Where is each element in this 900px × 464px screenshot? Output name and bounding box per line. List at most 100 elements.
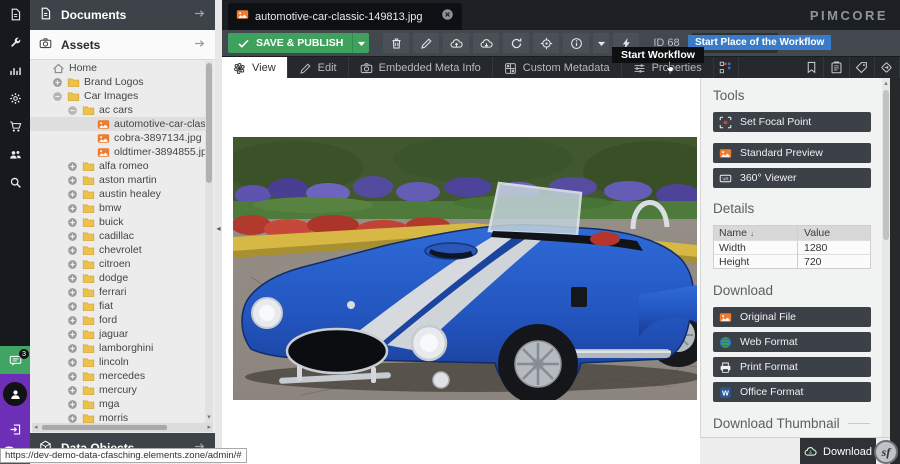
tab-custom-metadata[interactable]: Custom Metadata <box>493 57 622 79</box>
home-icon <box>52 62 65 75</box>
tab-bookmark[interactable] <box>799 57 824 78</box>
details-row-height: Height720 <box>714 254 870 268</box>
tree-item-car-images[interactable]: Car Images <box>30 89 205 103</box>
expand-arrow-icon[interactable] <box>193 37 206 53</box>
ecommerce-cart-icon[interactable] <box>0 112 30 140</box>
search-icon[interactable] <box>0 168 30 196</box>
tree-item-mercury[interactable]: mercury <box>30 383 205 397</box>
tree-item-lincoln[interactable]: lincoln <box>30 355 205 369</box>
tab-hidden-under-tooltip <box>739 57 799 78</box>
web-format-button[interactable]: Web Format <box>713 332 871 352</box>
tree-item-morris[interactable]: morris <box>30 411 205 423</box>
window-edge <box>890 78 900 464</box>
download-button[interactable]: Download <box>800 438 876 464</box>
tab-label: Custom Metadata <box>523 62 610 74</box>
folder-icon <box>67 90 80 103</box>
tree-horizontal-scrollbar[interactable]: ◂ ▸ <box>32 423 213 432</box>
print-format-button[interactable]: Print Format <box>713 357 871 377</box>
feedback-badge-icon[interactable]: sf <box>874 440 898 464</box>
tree-item-alfa-romeo[interactable]: alfa romeo <box>30 159 205 173</box>
tab-view[interactable]: View <box>222 57 288 79</box>
details-table-header[interactable]: Name ↓ Value <box>714 226 870 240</box>
tree-item-lamborghini[interactable]: lamborghini <box>30 341 205 355</box>
tree-toggle-plus-icon <box>66 189 79 200</box>
trash-button[interactable] <box>383 33 409 53</box>
logout-icon[interactable] <box>0 416 30 442</box>
save-publish-button[interactable]: SAVE & PUBLISH <box>228 33 369 53</box>
users-icon[interactable] <box>0 140 30 168</box>
scrollbar-thumb[interactable] <box>206 63 212 183</box>
original-file-button[interactable]: Original File <box>713 307 871 327</box>
tree-item-austin-healey[interactable]: austin healey <box>30 187 205 201</box>
close-tab-icon[interactable] <box>441 8 454 26</box>
documents-panel-header[interactable]: Documents <box>30 0 215 30</box>
tree-item-ferrari[interactable]: ferrari <box>30 285 205 299</box>
tree-item-jaguar[interactable]: jaguar <box>30 327 205 341</box>
scrollbar-thumb[interactable] <box>883 90 889 240</box>
open-asset-tab[interactable]: automotive-car-classic-149813.jpg <box>228 3 462 30</box>
check-icon <box>237 37 250 50</box>
tab-tag[interactable] <box>850 57 875 78</box>
settings-gear-icon[interactable] <box>0 84 30 112</box>
panel-scrollbar[interactable]: ▴ <box>882 78 890 437</box>
refresh-button[interactable] <box>503 33 529 53</box>
tree-item-mga[interactable]: mga <box>30 397 205 411</box>
tools-wrench-icon[interactable] <box>0 28 30 56</box>
target-button[interactable] <box>533 33 559 53</box>
tab-clipboard[interactable] <box>824 57 849 78</box>
tree-toggle-plus-icon <box>66 357 79 368</box>
360-viewer-button[interactable]: VR360° Viewer <box>713 168 871 188</box>
tree-item-aston-martin[interactable]: aston martin <box>30 173 205 187</box>
tree-item-ac-cars[interactable]: ac cars <box>30 103 205 117</box>
pencil-button[interactable] <box>413 33 439 53</box>
tree-item-oldtimer-3894855-jpg[interactable]: oldtimer-3894855.jpg <box>30 145 205 159</box>
folder-icon <box>82 174 95 187</box>
folder-icon <box>82 370 95 383</box>
collapse-panel-arrow[interactable]: ◂ <box>215 224 222 233</box>
tree-item-citroen[interactable]: citroen <box>30 257 205 271</box>
tree-item-home[interactable]: Home <box>30 61 205 75</box>
tree-item-cadillac[interactable]: cadillac <box>30 229 205 243</box>
scroll-up-arrow[interactable]: ▴ <box>882 79 890 87</box>
save-dropdown-caret[interactable] <box>352 33 369 53</box>
tab-workflow[interactable] <box>714 57 739 78</box>
tree-vertical-scrollbar[interactable]: ▾ <box>205 61 213 423</box>
tree-indent <box>36 63 49 74</box>
cloud-down-button[interactable] <box>473 33 499 53</box>
office-format-button[interactable]: WOffice Format <box>713 382 871 402</box>
scroll-left-arrow[interactable]: ◂ <box>34 423 38 432</box>
tree-item-mercedes[interactable]: mercedes <box>30 369 205 383</box>
tree-item-cobra-3897134-jpg[interactable]: cobra-3897134.jpg <box>30 131 205 145</box>
tree-item-dodge[interactable]: dodge <box>30 271 205 285</box>
tag-icon <box>855 61 868 74</box>
tree-item-label: automotive-car-classic-149813.jpg <box>114 118 205 130</box>
scroll-right-arrow[interactable]: ▸ <box>207 423 211 432</box>
set-focal-point-button[interactable]: Set Focal Point <box>713 112 871 132</box>
standard-preview-button[interactable]: Standard Preview <box>713 143 871 163</box>
tab-diamond[interactable] <box>875 57 900 78</box>
scrollbar-thumb[interactable] <box>42 425 167 430</box>
tree-item-bmw[interactable]: bmw <box>30 201 205 215</box>
tree-item-ford[interactable]: ford <box>30 313 205 327</box>
tree-item-buick[interactable]: buick <box>30 215 205 229</box>
assets-panel-header[interactable]: Assets <box>30 30 215 60</box>
tree-item-fiat[interactable]: fiat <box>30 299 205 313</box>
caret-button[interactable] <box>593 33 609 53</box>
tree-item-chevrolet[interactable]: chevrolet <box>30 243 205 257</box>
cloud-up-button[interactable] <box>443 33 469 53</box>
info-button[interactable] <box>563 33 589 53</box>
tree-item-automotive-car-classic-149813-jpg[interactable]: automotive-car-classic-149813.jpg <box>30 117 205 131</box>
folder-icon <box>82 398 95 411</box>
documents-icon[interactable] <box>0 0 30 28</box>
tree-toggle-plus-icon <box>66 385 79 396</box>
notifications-chat-icon[interactable]: 3 <box>0 346 30 374</box>
tree-item-brand-logos[interactable]: Brand Logos <box>30 75 205 89</box>
scroll-down-arrow[interactable]: ▾ <box>205 413 213 423</box>
tab-embedded-meta-info[interactable]: Embedded Meta Info <box>349 57 493 79</box>
avatar[interactable] <box>3 382 27 406</box>
tab-edit[interactable]: Edit <box>288 57 349 79</box>
sidebar-splitter[interactable]: ◂ <box>215 0 222 464</box>
expand-arrow-icon[interactable] <box>193 7 206 23</box>
reports-chart-icon[interactable] <box>0 56 30 84</box>
tree-toggle-plus-icon <box>66 301 79 312</box>
